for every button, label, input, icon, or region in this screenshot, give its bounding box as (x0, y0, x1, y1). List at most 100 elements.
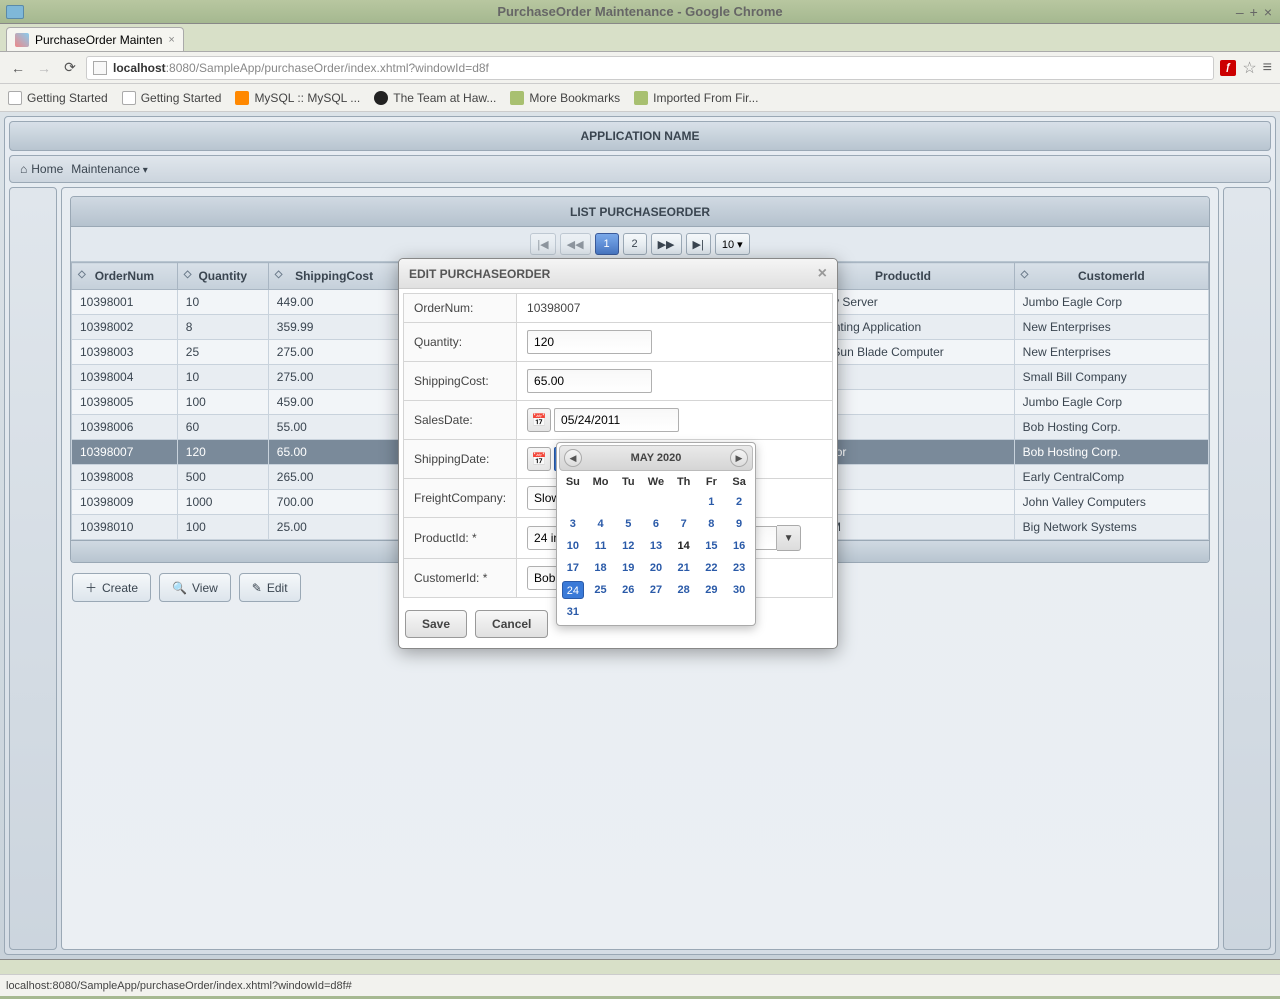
datepicker-day[interactable]: 2 (728, 493, 750, 511)
dow-header: Mo (587, 473, 615, 491)
dialog-header[interactable]: EDIT PURCHASEORDER × (399, 259, 837, 289)
quantity-input[interactable] (527, 330, 652, 354)
bookmark-getting-started-2[interactable]: Getting Started (122, 91, 222, 105)
tab-close-icon[interactable]: × (168, 34, 174, 46)
bookmark-team-hawk[interactable]: The Team at Haw... (374, 91, 496, 105)
dow-header: Su (559, 473, 587, 491)
url-host: localhost (113, 61, 166, 75)
bookmarks-bar: Getting Started Getting Started MySQL ::… (0, 84, 1280, 112)
datepicker-day[interactable]: 4 (590, 515, 612, 533)
cell: 459.00 (268, 390, 400, 415)
cell: 1000 (177, 490, 268, 515)
datepicker-day[interactable]: 11 (590, 537, 612, 555)
cell: 10 (177, 290, 268, 315)
paginator-next-button[interactable]: ▶▶ (651, 233, 682, 255)
datepicker-day[interactable]: 17 (562, 559, 584, 577)
window-title: PurchaseOrder Maintenance - Google Chrom… (497, 4, 782, 19)
column-customerid[interactable]: CustomerId (1014, 263, 1208, 290)
cell: 8 (177, 315, 268, 340)
datepicker-day[interactable]: 15 (700, 537, 722, 555)
datepicker-day[interactable]: 19 (617, 559, 639, 577)
dialog-close-icon[interactable]: × (818, 265, 827, 283)
datepicker-day[interactable]: 21 (673, 559, 695, 577)
forward-button[interactable]: → (34, 58, 54, 78)
paginator-first-button[interactable]: |◀ (530, 233, 555, 255)
datepicker-day[interactable]: 20 (645, 559, 667, 577)
bookmark-mysql[interactable]: MySQL :: MySQL ... (235, 91, 360, 105)
salesdate-input[interactable] (554, 408, 679, 432)
datepicker-day[interactable]: 8 (700, 515, 722, 533)
datepicker-prev-button[interactable]: ◀ (564, 449, 582, 467)
datepicker-day[interactable]: 10 (562, 537, 584, 555)
plus-icon: ＋ (85, 579, 97, 596)
dialog-title: EDIT PURCHASEORDER (409, 267, 550, 281)
address-bar[interactable]: localhost:8080/SampleApp/purchaseOrder/i… (86, 56, 1214, 80)
datepicker-day[interactable]: 23 (728, 559, 750, 577)
cell: 10398001 (72, 290, 178, 315)
view-button[interactable]: 🔍View (159, 573, 231, 602)
column-quantity[interactable]: Quantity (177, 263, 268, 290)
reload-button[interactable]: ⟳ (60, 58, 80, 78)
column-ordernum[interactable]: OrderNum (72, 263, 178, 290)
datepicker-day[interactable]: 12 (617, 537, 639, 555)
datepicker-next-button[interactable]: ▶ (730, 449, 748, 467)
datepicker-day[interactable]: 3 (562, 515, 584, 533)
datepicker-day[interactable]: 5 (617, 515, 639, 533)
cell: 265.00 (268, 465, 400, 490)
pencil-icon: ✎ (252, 581, 262, 595)
datepicker-day[interactable]: 29 (700, 581, 722, 599)
breadcrumb-maintenance[interactable]: Maintenance (71, 162, 148, 176)
create-button[interactable]: ＋Create (72, 573, 151, 602)
shippingcost-input[interactable] (527, 369, 652, 393)
datepicker-day[interactable]: 13 (645, 537, 667, 555)
datepicker-day[interactable]: 9 (728, 515, 750, 533)
window-maximize-button[interactable]: + (1250, 4, 1258, 20)
paginator-last-button[interactable]: ▶| (686, 233, 711, 255)
cell: Small Bill Company (1014, 365, 1208, 390)
datepicker-day[interactable]: 26 (617, 581, 639, 599)
window-minimize-button[interactable]: – (1236, 4, 1244, 20)
bookmark-star-icon[interactable]: ☆ (1242, 58, 1256, 78)
bookmark-imported-firefox[interactable]: Imported From Fir... (634, 91, 758, 105)
salesdate-calendar-icon[interactable]: 📅 (527, 408, 551, 432)
paginator-prev-button[interactable]: ◀◀ (560, 233, 591, 255)
datepicker-day[interactable]: 22 (700, 559, 722, 577)
column-shippingcost[interactable]: ShippingCost (268, 263, 400, 290)
datepicker-day[interactable]: 14 (673, 537, 695, 555)
datepicker-day[interactable]: 27 (645, 581, 667, 599)
right-side-panel (1223, 187, 1271, 950)
page-icon (8, 91, 22, 105)
bookmark-getting-started-1[interactable]: Getting Started (8, 91, 108, 105)
cell: Big Network Systems (1014, 515, 1208, 540)
datepicker-day[interactable]: 28 (673, 581, 695, 599)
datepicker-day[interactable]: 31 (562, 603, 584, 621)
paginator-page-2[interactable]: 2 (623, 233, 647, 255)
datepicker-day[interactable]: 25 (590, 581, 612, 599)
edit-button[interactable]: ✎Edit (239, 573, 301, 602)
datepicker-day[interactable]: 30 (728, 581, 750, 599)
paginator-rows-select[interactable]: 10 ▾ (715, 233, 750, 255)
breadcrumb-home[interactable]: Home (20, 162, 63, 176)
browser-tabstrip: PurchaseOrder Mainten × (0, 24, 1280, 52)
flash-plugin-icon[interactable]: ƒ (1220, 60, 1236, 76)
bookmark-more-folder[interactable]: More Bookmarks (510, 91, 620, 105)
cancel-button[interactable]: Cancel (475, 610, 548, 638)
datepicker-day[interactable]: 16 (728, 537, 750, 555)
back-button[interactable]: ← (8, 58, 28, 78)
paginator-page-1[interactable]: 1 (595, 233, 619, 255)
dow-header: Sa (725, 473, 753, 491)
save-button[interactable]: Save (405, 610, 467, 638)
datepicker-day[interactable]: 24 (562, 581, 584, 599)
browser-tab-active[interactable]: PurchaseOrder Mainten × (6, 27, 184, 51)
site-info-icon[interactable] (93, 61, 107, 75)
window-close-button[interactable]: × (1264, 4, 1272, 20)
datepicker-day[interactable]: 18 (590, 559, 612, 577)
datepicker-day[interactable]: 7 (673, 515, 695, 533)
datepicker-day[interactable]: 1 (700, 493, 722, 511)
browser-menu-icon[interactable]: ≡ (1263, 59, 1272, 77)
label-customerid: CustomerId: * (404, 559, 517, 598)
cell: 10 (177, 365, 268, 390)
shippingdate-calendar-icon[interactable]: 📅 (527, 447, 551, 471)
dropdown-icon[interactable]: ▼ (777, 525, 801, 551)
datepicker-day[interactable]: 6 (645, 515, 667, 533)
